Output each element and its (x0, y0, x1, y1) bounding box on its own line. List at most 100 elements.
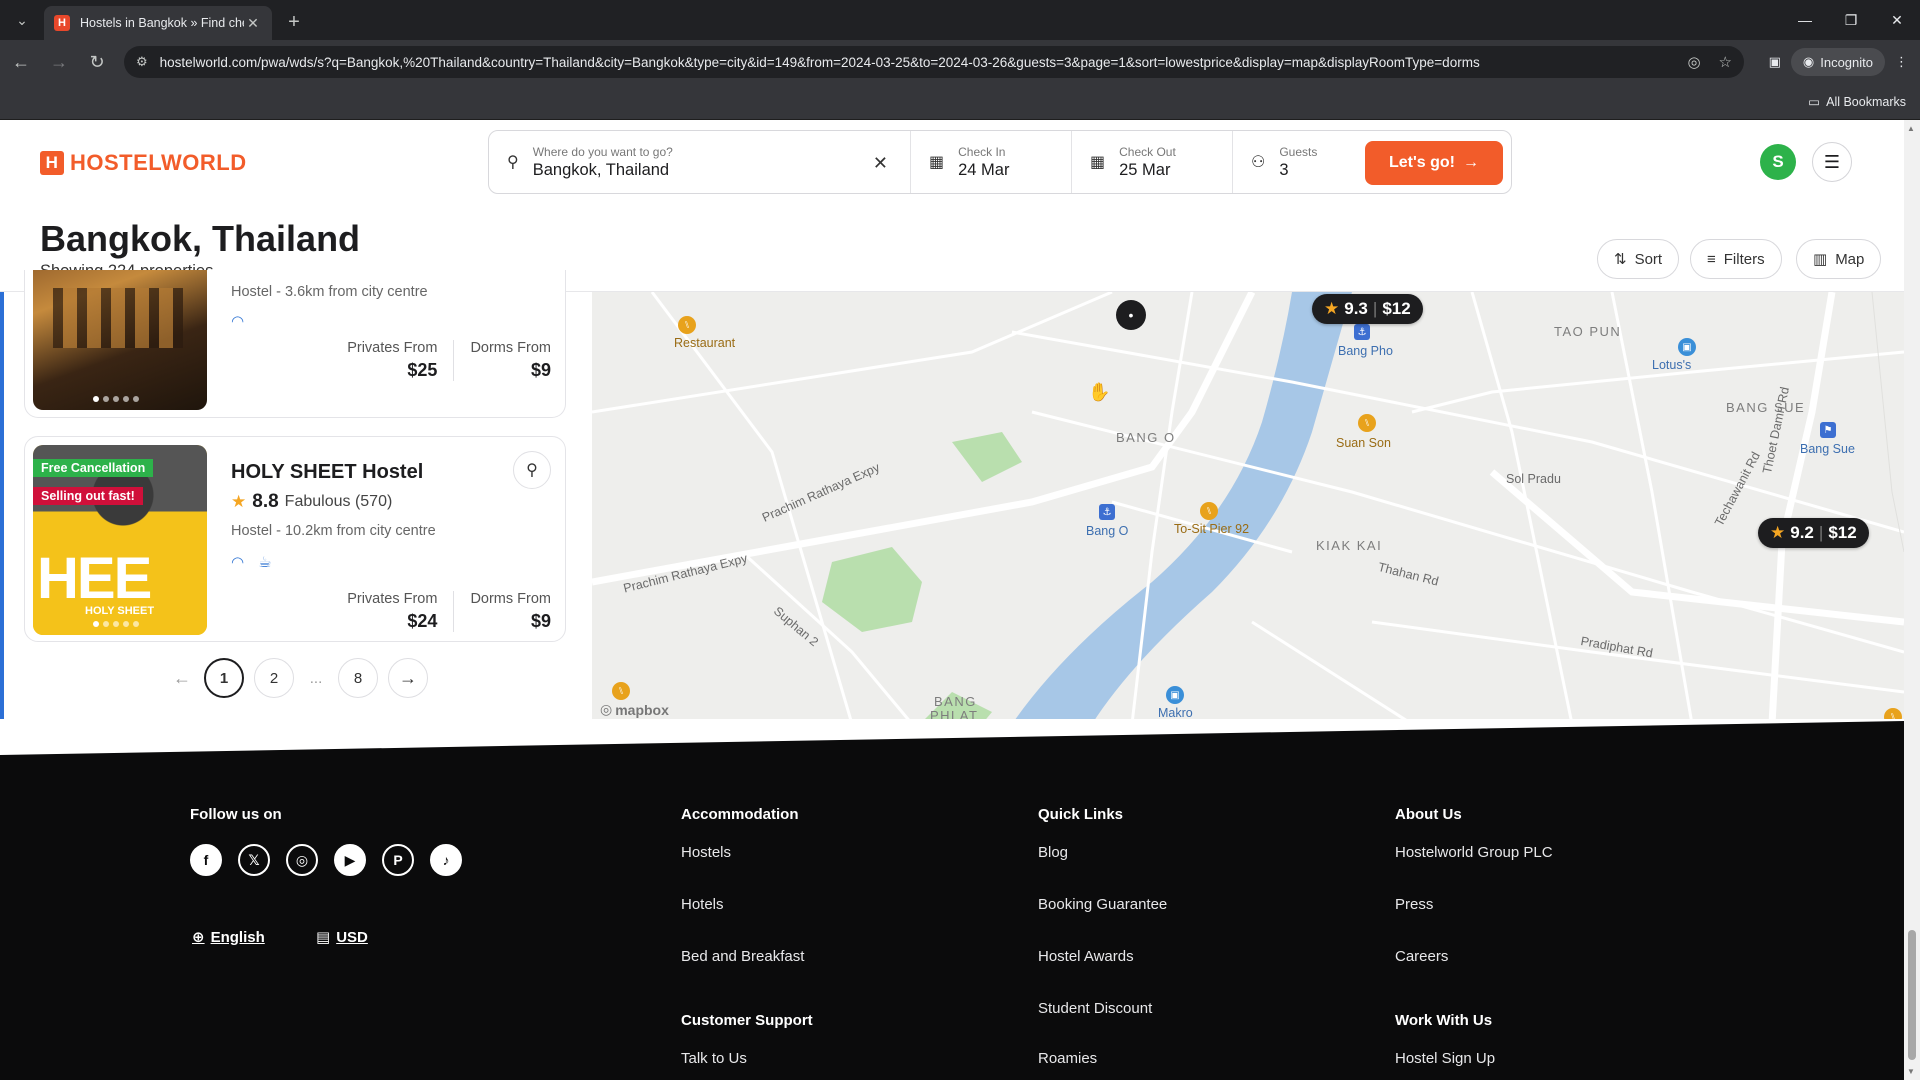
x-twitter-icon[interactable]: 𝕏 (238, 844, 270, 876)
page-2[interactable]: 2 (254, 658, 294, 698)
reload-icon[interactable]: ↻ (80, 45, 114, 79)
sort-button[interactable]: ⇅ Sort (1597, 239, 1680, 279)
footer-link-press[interactable]: Press (1395, 896, 1433, 913)
language-selector[interactable]: ⊕ English (192, 928, 265, 947)
footer-link-hostel-signup[interactable]: Hostel Sign Up (1395, 1050, 1495, 1067)
listing-card[interactable]: HEE HOLY SHEET Free Cancellation Selling… (24, 436, 566, 642)
new-tab-icon[interactable]: + (280, 8, 308, 36)
customer-support-heading: Customer Support (681, 1012, 813, 1029)
footer-link-talk-to-us[interactable]: Talk to Us (681, 1050, 747, 1067)
sidepanel-icon[interactable]: ▣ (1769, 54, 1781, 70)
forward-icon[interactable]: → (42, 45, 76, 79)
shop-poi-icon[interactable]: ▣ (1166, 686, 1184, 704)
guests-field[interactable]: ⚇ Guests 3 (1233, 131, 1363, 193)
mapbox-attribution[interactable]: ◎ mapbox (600, 701, 669, 718)
pinterest-icon[interactable]: P (382, 844, 414, 876)
map-button[interactable]: ▥ Map (1796, 239, 1882, 279)
address-bar[interactable]: ⚙ hostelworld.com/pwa/wds/s?q=Bangkok,%2… (124, 46, 1744, 78)
currency-selector[interactable]: ▤ USD (316, 928, 368, 947)
tab-search-icon[interactable]: ⌄ (8, 6, 36, 34)
incognito-indicator[interactable]: ◉ Incognito (1790, 48, 1885, 76)
page-1[interactable]: 1 (204, 658, 244, 698)
restaurant-poi-icon[interactable]: ⑊ (612, 682, 630, 700)
footer-link-group-plc[interactable]: Hostelworld Group PLC (1395, 844, 1553, 861)
clear-destination-icon[interactable]: ✕ (873, 153, 888, 174)
show-on-map-pin-icon[interactable]: ⚲ (513, 451, 551, 489)
footer-link-student-discount[interactable]: Student Discount (1038, 1000, 1152, 1017)
listing-name[interactable]: HOLY SHEET Hostel (231, 461, 423, 484)
next-page-icon[interactable]: → (388, 658, 428, 698)
tab-close-icon[interactable]: ✕ (244, 14, 262, 32)
site-info-icon[interactable]: ⚙ (136, 54, 148, 70)
restore-icon[interactable]: ❐ (1828, 0, 1874, 40)
listing-card[interactable]: Hostel - 3.6km from city centre ◠ Privat… (24, 270, 566, 418)
restaurant-poi-icon[interactable]: ⑊ (678, 316, 696, 334)
bookmark-star-icon[interactable]: ☆ (1719, 53, 1732, 71)
globe-icon: ⊕ (192, 929, 205, 946)
wifi-icon: ◠ (231, 313, 245, 330)
instagram-icon[interactable]: ◎ (286, 844, 318, 876)
station-icon[interactable]: ⚑ (1820, 422, 1836, 438)
guests-label: Guests (1279, 144, 1318, 159)
hostelworld-logo[interactable]: H HOSTELWORLD (40, 150, 247, 176)
about-heading: About Us (1395, 806, 1462, 823)
footer-link-blog[interactable]: Blog (1038, 844, 1068, 861)
footer-link-hostel-awards[interactable]: Hostel Awards (1038, 948, 1134, 965)
filter-icon: ≡ (1707, 250, 1716, 268)
scroll-up-icon[interactable]: ▲ (1907, 124, 1915, 133)
checkout-value[interactable]: 25 Mar (1119, 161, 1176, 180)
filters-button[interactable]: ≡ Filters (1690, 239, 1782, 279)
listing-photo[interactable]: HEE HOLY SHEET Free Cancellation Selling… (33, 445, 207, 635)
map-label-to-sit-pier: To-Sit Pier 92 (1174, 522, 1250, 536)
footer-link-booking-guarantee[interactable]: Booking Guarantee (1038, 896, 1167, 913)
youtube-icon[interactable]: ▶ (334, 844, 366, 876)
hamburger-menu-icon[interactable]: ☰ (1812, 142, 1852, 182)
footer-link-hotels[interactable]: Hotels (681, 896, 724, 913)
checkin-label: Check In (958, 144, 1006, 159)
checkin-field[interactable]: ▦ Check In 24 Mar (911, 131, 1072, 193)
checkout-field[interactable]: ▦ Check Out 25 Mar (1072, 131, 1233, 193)
footer-slant (0, 719, 1904, 755)
lets-go-button[interactable]: Let's go! → (1365, 141, 1503, 185)
url-text[interactable]: hostelworld.com/pwa/wds/s?q=Bangkok,%20T… (160, 55, 1688, 70)
scrollbar-thumb[interactable] (1908, 930, 1916, 1060)
pier-icon[interactable]: ⚓ (1099, 504, 1115, 520)
map-price-pin[interactable]: ★ 9.3 | $12 (1312, 294, 1423, 324)
avatar[interactable]: S (1760, 144, 1796, 180)
map-price-pin[interactable]: ★ 9.2 | $12 (1758, 518, 1869, 548)
scroll-down-icon[interactable]: ▼ (1907, 1067, 1915, 1076)
results-map[interactable]: ⑊ Restaurant • ⚓ Bang Pho TAO PUN ▣ Lotu… (592, 292, 1904, 724)
close-window-icon[interactable]: ✕ (1874, 0, 1920, 40)
browser-tab-active[interactable]: H Hostels in Bangkok » Find chea ✕ (44, 6, 272, 40)
shop-poi-icon[interactable]: ▣ (1678, 338, 1696, 356)
back-icon[interactable]: ← (4, 45, 38, 79)
eye-off-icon[interactable]: ◎ (1687, 53, 1700, 71)
calendar-icon: ▦ (1090, 154, 1106, 171)
footer-link-bnb[interactable]: Bed and Breakfast (681, 948, 804, 965)
accommodation-heading: Accommodation (681, 806, 799, 823)
prev-page-icon[interactable]: ← (170, 658, 194, 698)
restaurant-poi-icon[interactable]: ⑊ (1358, 414, 1376, 432)
facebook-icon[interactable]: f (190, 844, 222, 876)
tiktok-icon[interactable]: ♪ (430, 844, 462, 876)
checkin-value[interactable]: 24 Mar (958, 161, 1009, 180)
restaurant-poi-icon[interactable]: ⑊ (1200, 502, 1218, 520)
listing-photo[interactable] (33, 270, 207, 410)
hand-cursor-icon: ✋ (1088, 382, 1111, 402)
all-bookmarks[interactable]: ▭ All Bookmarks (1808, 94, 1906, 110)
destination-field[interactable]: ⚲ Where do you want to go? Bangkok, Thai… (489, 131, 911, 193)
destination-input[interactable]: Bangkok, Thailand (533, 161, 673, 180)
rating-score: 8.8 (252, 491, 279, 512)
footer-link-roamies[interactable]: Roamies (1038, 1050, 1097, 1067)
map-label-sol-pradu: Sol Pradu (1506, 472, 1561, 486)
guests-value[interactable]: 3 (1279, 161, 1317, 180)
listing-distance: Hostel - 3.6km from city centre (231, 284, 428, 300)
pier-icon[interactable]: ⚓ (1354, 324, 1370, 340)
page-scrollbar[interactable]: ▲ ▼ (1904, 120, 1920, 1080)
minimize-icon[interactable]: — (1782, 0, 1828, 40)
footer-link-careers[interactable]: Careers (1395, 948, 1448, 965)
browser-menu-icon[interactable]: ⋮ (1895, 54, 1908, 70)
footer-link-hostels[interactable]: Hostels (681, 844, 731, 861)
page-8[interactable]: 8 (338, 658, 378, 698)
map-pin-icon[interactable]: • (1116, 300, 1146, 330)
